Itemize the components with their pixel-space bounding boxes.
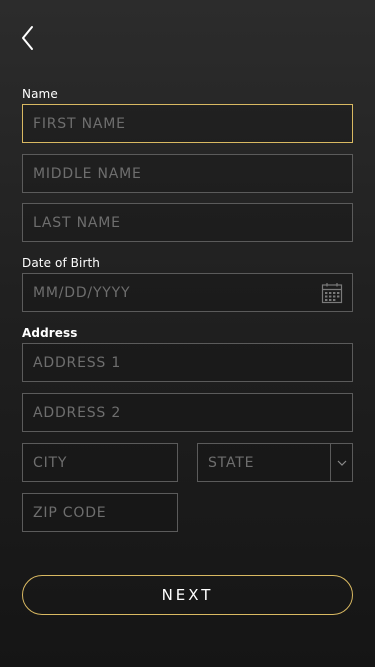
state-select[interactable]: STATE bbox=[197, 443, 353, 482]
first-name-field[interactable] bbox=[23, 105, 352, 142]
address1-field[interactable] bbox=[23, 344, 352, 381]
first-name-field-container bbox=[22, 104, 353, 143]
city-field[interactable] bbox=[23, 444, 177, 481]
middle-name-field-container bbox=[22, 154, 353, 193]
personal-info-screen: Name Date of Birth bbox=[0, 0, 375, 667]
address2-field[interactable] bbox=[23, 394, 352, 431]
middle-name-field[interactable] bbox=[23, 155, 352, 192]
state-select-divider bbox=[330, 444, 331, 481]
zip-field-container bbox=[22, 493, 178, 532]
name-section-label: Name bbox=[22, 87, 58, 101]
last-name-field-container bbox=[22, 203, 353, 242]
calendar-icon[interactable] bbox=[320, 281, 344, 305]
chevron-down-icon bbox=[337, 460, 347, 466]
dob-section-label: Date of Birth bbox=[22, 256, 100, 270]
address-section-label: Address bbox=[22, 326, 78, 340]
city-field-container bbox=[22, 443, 178, 482]
chevron-left-icon bbox=[22, 26, 33, 50]
address1-field-container bbox=[22, 343, 353, 382]
last-name-field[interactable] bbox=[23, 204, 352, 241]
back-button[interactable] bbox=[14, 24, 42, 52]
next-button[interactable]: NEXT bbox=[22, 575, 353, 615]
zip-code-field[interactable] bbox=[23, 494, 177, 531]
state-select-value: STATE bbox=[208, 455, 255, 471]
address2-field-container bbox=[22, 393, 353, 432]
dob-field[interactable] bbox=[23, 274, 352, 311]
dob-field-container bbox=[22, 273, 353, 312]
